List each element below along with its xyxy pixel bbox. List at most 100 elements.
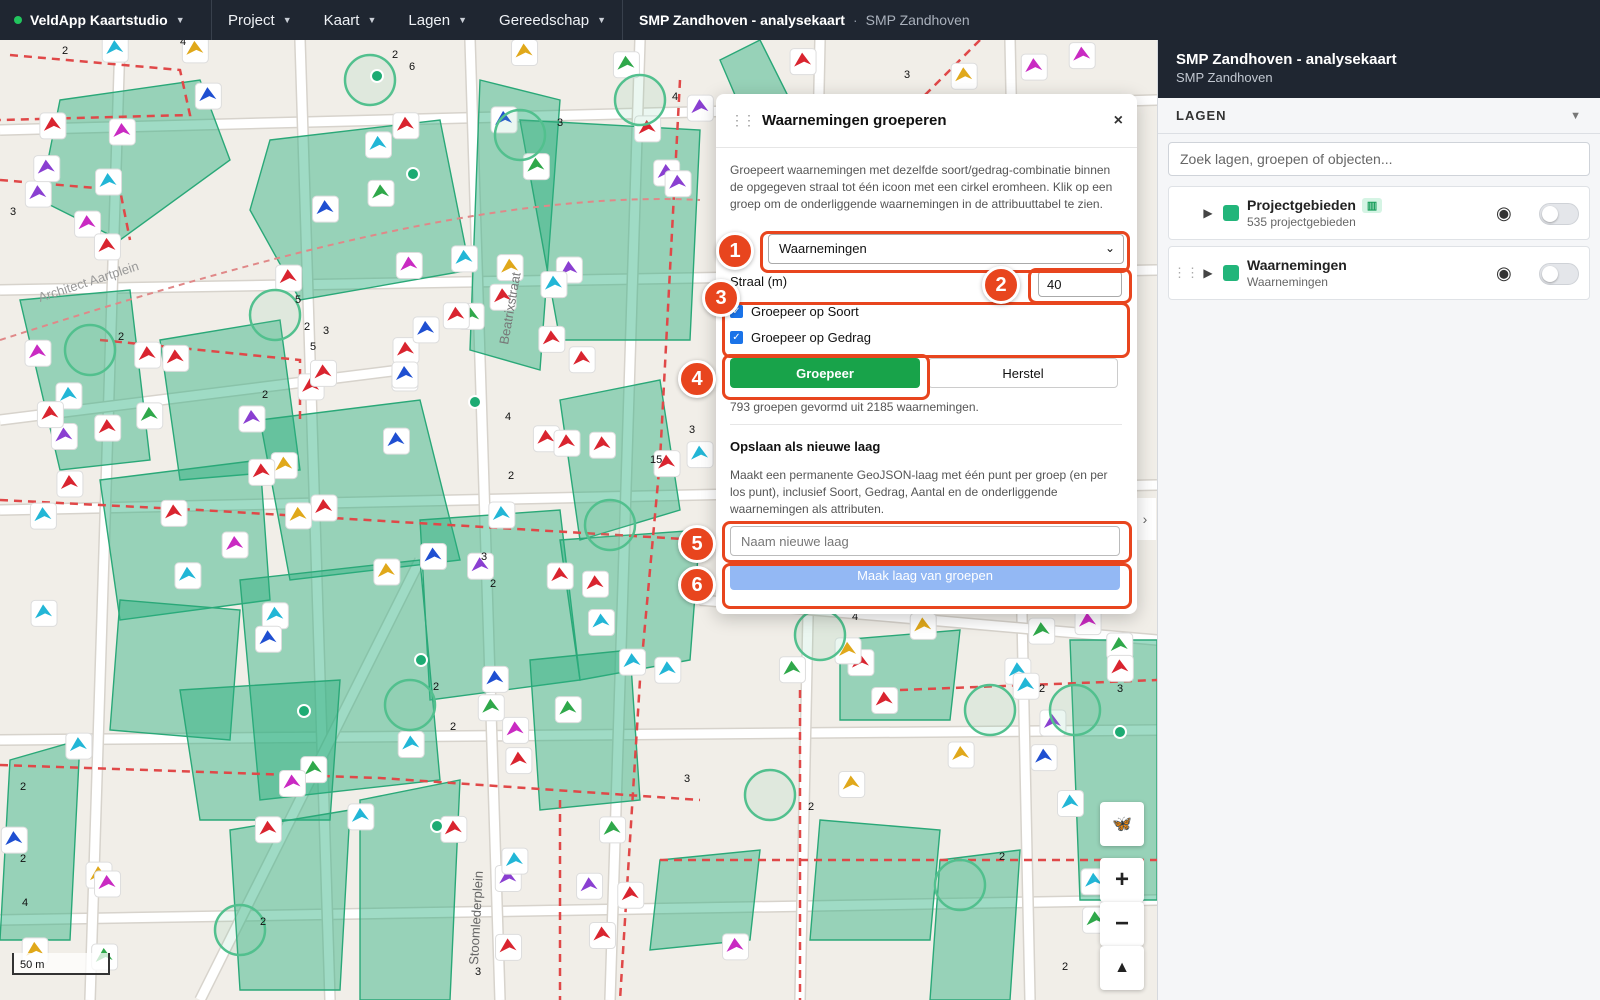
save-section-description: Maakt een permanente GeoJSON-laag met éé…: [730, 468, 1108, 516]
projectgebied-polygon: [19, 289, 151, 471]
cluster-count: 2: [392, 49, 398, 61]
chevron-down-icon: ▼: [175, 15, 185, 25]
cluster-circle: [383, 678, 437, 732]
dialog-description: Groepeert waarnemingen met dezelfde soor…: [730, 163, 1113, 211]
layers-panel: SMP Zandhoven - analysekaart SMP Zandhov…: [1157, 40, 1600, 1000]
annotation-badge-2: 2: [982, 266, 1020, 304]
app-brand-menu[interactable]: VeldApp Kaartstudio ▼: [0, 0, 212, 40]
observation-point: [370, 69, 384, 83]
highlight-box-2: [1028, 268, 1132, 304]
cluster-circle: [493, 108, 547, 162]
cluster-count: 2: [808, 801, 814, 813]
cluster-count: 2: [433, 681, 439, 693]
cluster-circle: [793, 608, 847, 662]
dialog-title: Waarnemingen groeperen: [762, 112, 947, 129]
reset-button[interactable]: Herstel: [928, 358, 1118, 388]
app-brand: VeldApp Kaartstudio: [30, 12, 168, 28]
observation-point: [430, 819, 444, 833]
highlight-box-3: [722, 302, 1130, 358]
drag-handle-icon[interactable]: ⋮⋮: [1173, 265, 1199, 281]
cluster-circle: [63, 323, 117, 377]
expand-arrow-icon[interactable]: ▶: [1197, 266, 1219, 280]
divider: [730, 424, 1122, 425]
projectgebied-polygon: [179, 679, 341, 821]
cluster-count: 2: [304, 321, 310, 333]
cluster-count: 2: [118, 331, 124, 343]
cluster-count: 2: [20, 853, 26, 865]
annotation-badge-6: 6: [678, 566, 716, 604]
panel-title: SMP Zandhoven - analysekaart: [1176, 51, 1397, 68]
observation-point: [468, 395, 482, 409]
chevron-down-icon: ▼: [282, 15, 292, 25]
cluster-count: 4: [22, 897, 28, 909]
cluster-count: 5: [295, 294, 301, 306]
annotation-badge-3: 3: [702, 279, 740, 317]
cluster-count: 3: [10, 206, 16, 218]
street-label-stoomlederplein: Stoomlederplein: [466, 871, 486, 966]
cluster-count: 3: [475, 966, 481, 978]
top-bar: VeldApp Kaartstudio ▼ Project ▼ Kaart ▼ La…: [0, 0, 1600, 40]
highlight-box-5: [722, 521, 1132, 563]
chevron-down-icon: ▼: [458, 15, 468, 25]
cluster-count: 3: [684, 773, 690, 785]
cluster-circle: [743, 768, 797, 822]
observation-point: [406, 167, 420, 181]
layer-item-projectgebieden[interactable]: ▶ Projectgebieden ▥ 535 projectgebieden ◉: [1168, 186, 1590, 240]
cluster-count: 2: [1039, 683, 1045, 695]
layer-color-swatch: [1223, 265, 1239, 281]
layer-item-waarnemingen[interactable]: ⋮⋮ ▶ Waarnemingen Waarnemingen ◉: [1168, 246, 1590, 300]
cluster-count: 3: [1117, 683, 1123, 695]
cluster-count: 2: [260, 916, 266, 928]
layer-visibility-toggle[interactable]: [1539, 263, 1579, 285]
layer-count: Waarnemingen: [1247, 275, 1328, 289]
menu-project[interactable]: Project ▼: [212, 0, 308, 40]
close-icon[interactable]: ×: [1114, 112, 1123, 130]
cluster-circle: [933, 858, 987, 912]
chevron-down-icon: ▼: [1570, 109, 1582, 122]
layers-section-header[interactable]: LAGEN ▼: [1158, 98, 1600, 134]
group-status: 793 groepen gevormd uit 2185 waarneminge…: [730, 400, 979, 414]
cluster-count: 3: [557, 117, 563, 129]
layer-visibility-toggle[interactable]: [1539, 203, 1579, 225]
layer-name: Projectgebieden: [1247, 197, 1356, 213]
menu-kaart[interactable]: Kaart ▼: [308, 0, 393, 40]
observation-point: [414, 653, 428, 667]
cluster-count: 2: [1062, 961, 1068, 973]
drag-handle-icon[interactable]: ⋮⋮: [730, 112, 756, 129]
cluster-count: 2: [20, 781, 26, 793]
cluster-circle: [1048, 683, 1102, 737]
expand-arrow-icon[interactable]: ▶: [1197, 206, 1219, 220]
highlight-box-6: [722, 563, 1132, 609]
layer-style-icon[interactable]: 🦋: [1100, 802, 1144, 846]
cluster-count: 3: [481, 551, 487, 563]
cluster-circle: [963, 683, 1017, 737]
menu-gereedschap[interactable]: Gereedschap ▼: [483, 0, 622, 40]
scale-bar: 50 m: [12, 953, 110, 975]
highlight-box-1: [760, 231, 1130, 273]
annotation-badge-1: 1: [716, 232, 754, 270]
layer-search-input[interactable]: Zoek lagen, groepen of objecten...: [1168, 142, 1590, 176]
cluster-circle: [613, 73, 667, 127]
menu-lagen[interactable]: Lagen ▼: [392, 0, 483, 40]
collapse-panel-button[interactable]: ›: [1134, 498, 1156, 540]
cluster-count: 5: [310, 341, 316, 353]
projectgebied-polygon: [809, 819, 941, 941]
cluster-circle: [213, 903, 267, 957]
observation-point: [1113, 725, 1127, 739]
status-dot-icon: [14, 16, 22, 24]
zoom-in-button[interactable]: +: [1100, 858, 1144, 902]
eye-icon[interactable]: ◉: [1496, 263, 1512, 284]
compass-button[interactable]: ▲: [1100, 946, 1144, 990]
eye-icon[interactable]: ◉: [1496, 203, 1512, 224]
project-title: SMP Zandhoven - analysekaart · SMP Zandh…: [639, 12, 970, 28]
cluster-count: 6: [409, 61, 415, 73]
cluster-count: 2: [62, 45, 68, 57]
cluster-count: 2: [450, 721, 456, 733]
layer-name: Waarnemingen: [1247, 257, 1347, 273]
highlight-box-4: [722, 354, 930, 400]
cluster-circle: [248, 288, 302, 342]
dialog-header[interactable]: ⋮⋮ Waarnemingen groeperen ×: [716, 94, 1137, 148]
zoom-out-button[interactable]: −: [1100, 902, 1144, 946]
cluster-circle: [583, 498, 637, 552]
cluster-count: 4: [672, 91, 678, 103]
